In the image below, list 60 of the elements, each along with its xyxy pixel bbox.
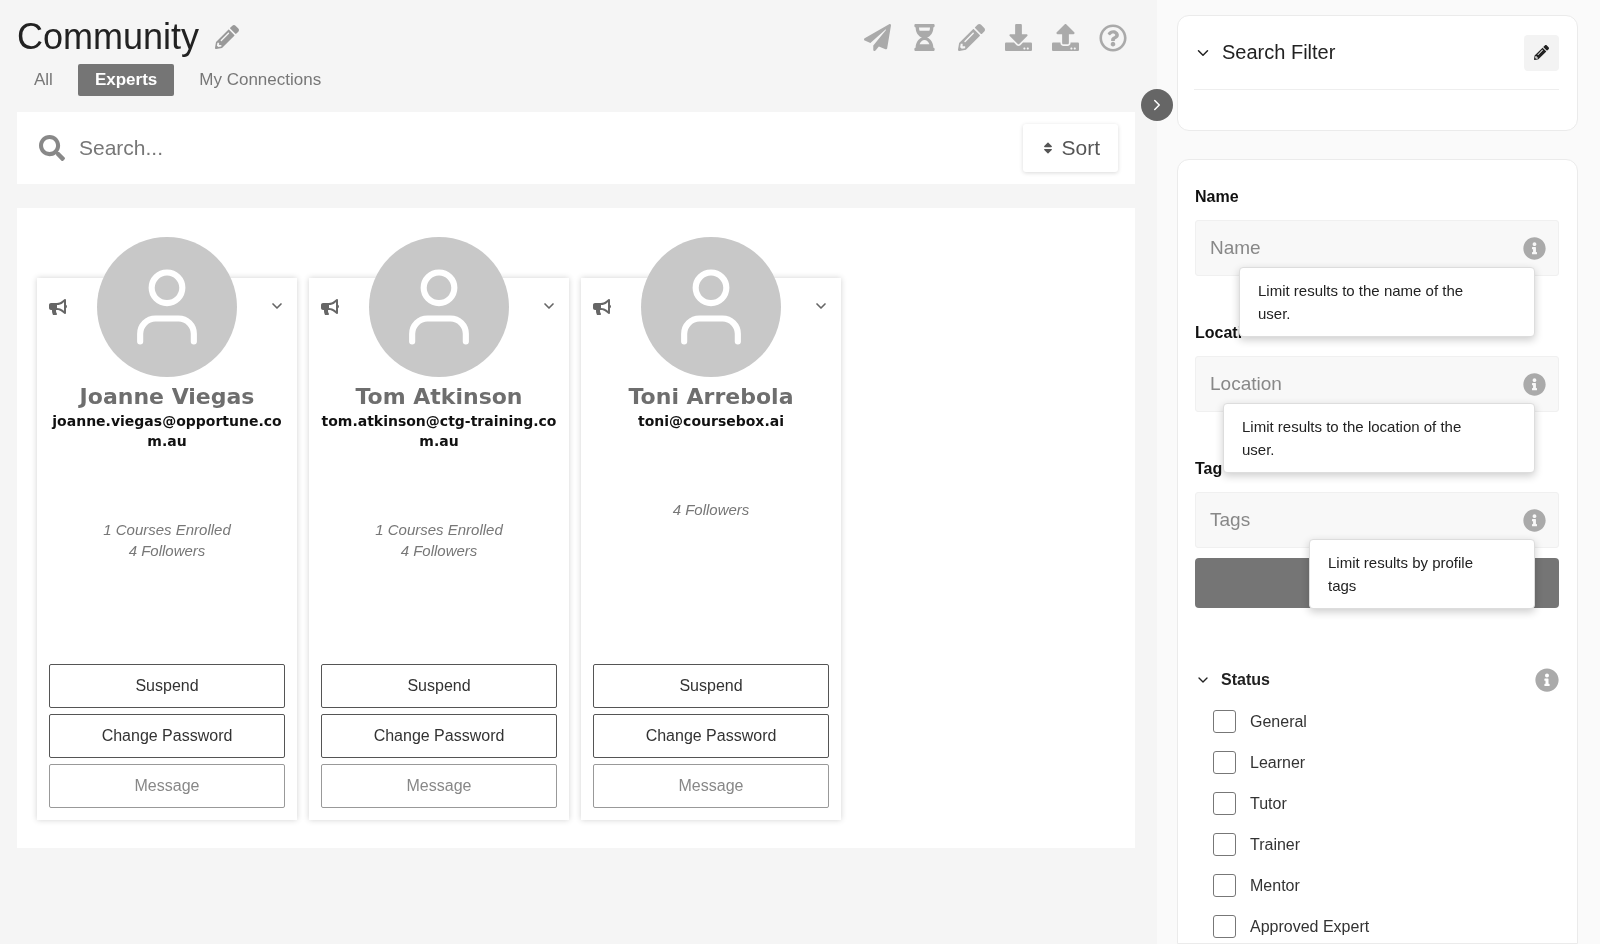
status-option[interactable]: General bbox=[1213, 710, 1559, 733]
status-option[interactable]: Learner bbox=[1213, 751, 1559, 774]
option-label: General bbox=[1250, 712, 1307, 731]
page-title: Community bbox=[17, 16, 200, 58]
edit-button[interactable] bbox=[1524, 34, 1559, 71]
megaphone-icon[interactable] bbox=[321, 298, 339, 316]
info-icon[interactable] bbox=[1535, 668, 1559, 692]
sort-button[interactable]: Sort bbox=[1023, 124, 1118, 172]
member-name: Tom Atkinson bbox=[355, 384, 523, 409]
megaphone-icon[interactable] bbox=[49, 298, 67, 316]
checkbox[interactable] bbox=[1213, 833, 1236, 856]
megaphone-icon[interactable] bbox=[593, 298, 611, 316]
action-button[interactable]: Change Password bbox=[321, 714, 557, 758]
field-label: Name bbox=[1195, 188, 1239, 206]
action-button[interactable]: Suspend bbox=[593, 664, 829, 708]
option-label: Mentor bbox=[1250, 876, 1300, 895]
status-option[interactable]: Approved Expert bbox=[1213, 915, 1559, 938]
field-label: Tag bbox=[1195, 460, 1223, 478]
pencil-icon bbox=[1534, 45, 1549, 60]
member-email: toni@coursebox.ai bbox=[637, 412, 785, 431]
member-stat: 1 Courses Enrolled bbox=[375, 521, 503, 538]
section-title: Status bbox=[1221, 671, 1271, 689]
member-name: Toni Arrebola bbox=[628, 384, 794, 409]
checkbox[interactable] bbox=[1213, 915, 1236, 938]
status-option[interactable]: Mentor bbox=[1213, 874, 1559, 897]
text-field[interactable]: Tags bbox=[1195, 492, 1559, 548]
member-name: Joanne Viegas bbox=[79, 384, 255, 409]
checkbox[interactable] bbox=[1213, 751, 1236, 774]
member-email: tom.atkinson@ctg-training.com.au bbox=[321, 412, 557, 451]
option-label: Trainer bbox=[1250, 835, 1301, 854]
panel-title: Search Filter bbox=[1222, 41, 1337, 64]
tooltip: Limit results by profile tags bbox=[1309, 539, 1535, 609]
status-option[interactable]: Tutor bbox=[1213, 792, 1559, 815]
option-label: Approved Expert bbox=[1250, 917, 1370, 936]
action-button[interactable]: Suspend bbox=[49, 664, 285, 708]
tab[interactable]: Experts bbox=[77, 64, 175, 96]
member-stat: 4 Followers bbox=[128, 542, 206, 559]
tab[interactable]: All bbox=[17, 64, 70, 96]
option-label: Learner bbox=[1250, 753, 1306, 772]
member-email: joanne.viegas@opportune.com.au bbox=[50, 412, 283, 451]
option-label: Tutor bbox=[1250, 794, 1287, 813]
member-stat: 4 Followers bbox=[400, 542, 478, 559]
action-button[interactable]: Change Password bbox=[593, 714, 829, 758]
tooltip: Limit results to the location of the user. bbox=[1223, 403, 1535, 473]
chevron-right-icon[interactable] bbox=[1141, 89, 1173, 121]
action-button[interactable]: Suspend bbox=[321, 664, 557, 708]
member-stat: 1 Courses Enrolled bbox=[103, 521, 231, 538]
checkbox[interactable] bbox=[1213, 874, 1236, 897]
checkbox[interactable] bbox=[1213, 710, 1236, 733]
checkbox[interactable] bbox=[1213, 792, 1236, 815]
text-input[interactable]: Tags bbox=[1208, 508, 1523, 532]
text-input[interactable]: Location bbox=[1208, 372, 1523, 396]
member-stat: 4 Followers bbox=[672, 501, 750, 518]
action-button[interactable]: Change Password bbox=[49, 714, 285, 758]
status-option[interactable]: Trainer bbox=[1213, 833, 1559, 856]
text-input[interactable]: Name bbox=[1208, 236, 1523, 260]
pencil-icon[interactable] bbox=[215, 25, 240, 49]
tab[interactable]: My Connections bbox=[182, 64, 339, 96]
search-icon bbox=[39, 135, 65, 161]
search-bar[interactable]: Search... Sort bbox=[17, 112, 1135, 184]
